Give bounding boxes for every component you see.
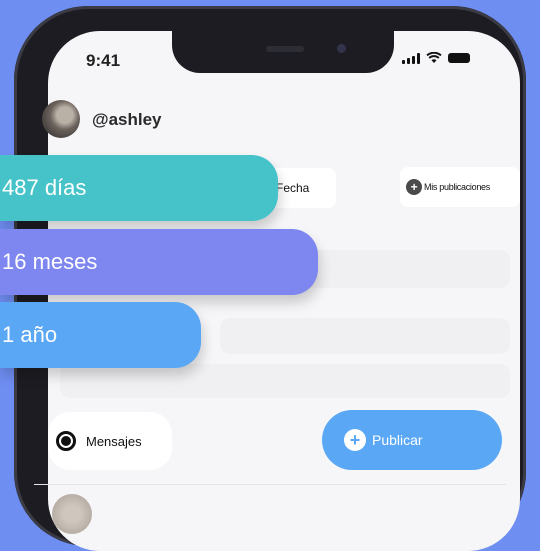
stat-pill-years: 1 año <box>0 302 201 368</box>
status-time: 9:41 <box>86 51 121 70</box>
stat-months-label: 16 meses <box>2 249 98 274</box>
radio-icon <box>56 431 76 451</box>
speaker-grille <box>266 46 304 52</box>
stat-years-label: 1 año <box>2 322 58 347</box>
filter-mis-publicaciones-label: Mis publicaciones <box>424 182 490 192</box>
stat-pill-months: 16 meses <box>0 229 318 295</box>
messages-button[interactable]: Mensajes <box>48 412 172 470</box>
phone-notch <box>172 31 394 73</box>
plus-icon: + <box>344 429 366 451</box>
battery-icon <box>448 53 470 63</box>
front-camera <box>337 44 346 53</box>
profile-username[interactable]: @ashley <box>92 110 162 130</box>
avatar[interactable] <box>52 494 92 534</box>
status-icons <box>402 52 470 64</box>
publish-button[interactable]: + Publicar <box>322 410 502 470</box>
filter-fecha-button[interactable]: Fecha <box>270 168 336 208</box>
publish-label: Publicar <box>372 432 423 448</box>
divider <box>34 484 506 485</box>
stat-pill-days: 487 días <box>0 155 278 221</box>
wifi-icon <box>426 52 442 63</box>
add-icon: + <box>406 179 422 195</box>
filter-mis-publicaciones-button[interactable]: + Mis publicaciones <box>400 167 520 207</box>
stat-days-label: 487 días <box>2 175 87 200</box>
signal-icon <box>402 52 420 64</box>
avatar[interactable] <box>42 100 80 138</box>
list-item <box>300 250 510 288</box>
list-item <box>220 318 510 354</box>
messages-label: Mensajes <box>86 433 142 449</box>
filter-fecha-label: Fecha <box>276 181 310 195</box>
list-item <box>60 364 510 398</box>
